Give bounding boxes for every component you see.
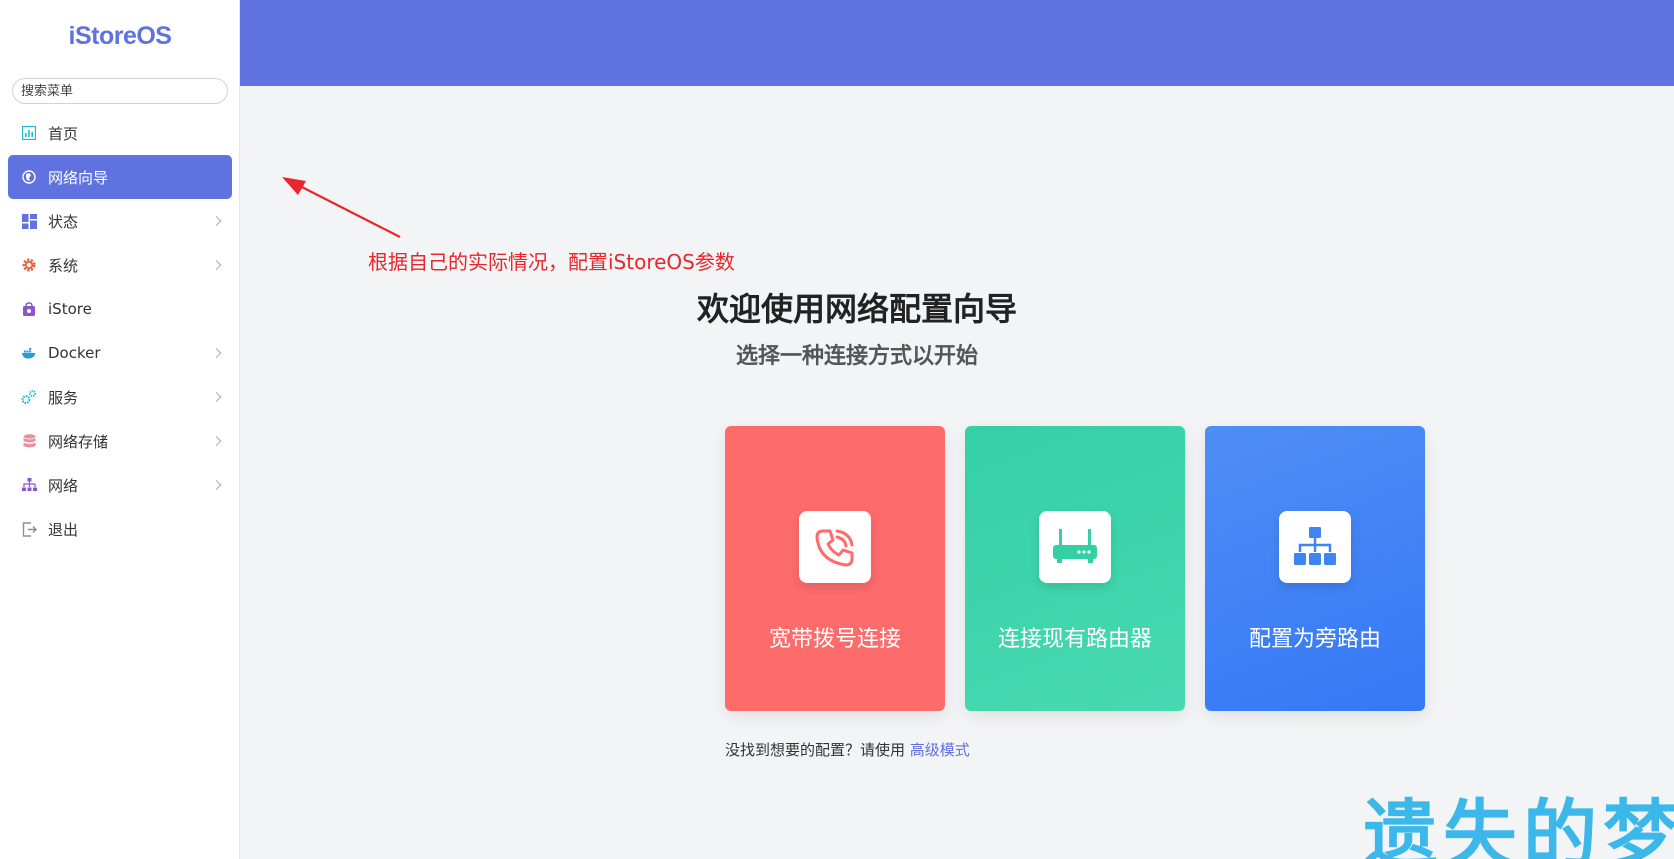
card-icon-box <box>1279 511 1351 583</box>
sidebar-item-network[interactable]: 网络 <box>8 463 232 507</box>
sidebar-item-label: 网络向导 <box>48 168 109 187</box>
annotation-text: 根据自己的实际情况，配置iStoreOS参数 <box>368 250 735 274</box>
card-label: 配置为旁路由 <box>1248 627 1381 652</box>
page-subtitle: 选择一种连接方式以开始 <box>735 344 978 369</box>
sidebar-item-label: 网络存储 <box>48 432 109 451</box>
footer-text: 没找到想要的配置？请使用 <box>725 741 910 759</box>
sidebar-item-status[interactable]: 状态 <box>8 199 232 243</box>
top-header-bar <box>240 0 1674 86</box>
chevron-right-icon <box>211 480 222 490</box>
advanced-mode-link[interactable]: 高级模式 <box>910 741 970 759</box>
card-icon-box <box>799 511 871 583</box>
sidebar-item-label: iStore <box>48 300 92 318</box>
sidebar-item-label: 状态 <box>48 212 79 231</box>
docker-icon <box>21 345 37 361</box>
sidebar-item-system[interactable]: 系统 <box>8 243 232 287</box>
database-icon <box>21 433 37 449</box>
sidebar-item-label: 系统 <box>48 256 79 275</box>
sidebar-item-storage[interactable]: 网络存储 <box>8 419 232 463</box>
chevron-right-icon <box>211 436 222 446</box>
card-label: 宽带拨号连接 <box>768 627 901 652</box>
bypass-router-card[interactable]: 配置为旁路由 <box>1205 426 1425 711</box>
dashboard-icon <box>21 125 37 141</box>
sidebar-item-home[interactable]: 首页 <box>8 111 232 155</box>
sidebar-item-logout[interactable]: 退出 <box>8 507 232 551</box>
annotation-arrow-icon <box>282 177 401 238</box>
sidebar-item-label: 网络 <box>48 476 79 495</box>
hierarchy-icon <box>1294 527 1336 565</box>
sidebar-item-services[interactable]: 服务 <box>8 375 232 419</box>
globe-icon <box>21 169 37 185</box>
pppoe-card[interactable]: 宽带拨号连接 <box>725 426 945 711</box>
sidebar-item-label: Docker <box>48 344 101 362</box>
watermark-text: 遗失的梦 <box>1363 792 1674 859</box>
footer-note: 没找到想要的配置？请使用 高级模式 <box>725 739 970 760</box>
sidebar-menu: 首页 网络向导 状态 系统 iStore Docker 服务 网络存储 网络 退… <box>0 111 240 551</box>
card-label: 连接现有路由器 <box>997 627 1152 652</box>
chevron-right-icon <box>211 392 222 402</box>
sidebar-item-network-wizard[interactable]: 网络向导 <box>8 155 232 199</box>
phone-icon <box>815 529 854 567</box>
router-card[interactable]: 连接现有路由器 <box>965 426 1185 711</box>
sidebar-item-label: 退出 <box>48 520 79 539</box>
chevron-right-icon <box>211 216 222 226</box>
chevron-right-icon <box>211 260 222 270</box>
card-icon-box <box>1039 511 1111 583</box>
grid-icon <box>21 213 37 229</box>
gears-icon <box>21 389 37 405</box>
sidebar-item-label: 首页 <box>48 124 79 143</box>
gear-icon <box>21 257 37 273</box>
sidebar-item-label: 服务 <box>48 388 79 407</box>
bag-icon <box>21 301 37 317</box>
sidebar: iStoreOS 首页 网络向导 状态 系统 <box>0 0 240 859</box>
logout-icon <box>21 521 37 537</box>
logo: iStoreOS <box>68 22 172 50</box>
router-icon <box>1053 529 1097 563</box>
page-title: 欢迎使用网络配置向导 <box>696 290 1017 328</box>
search-input[interactable] <box>12 78 228 104</box>
network-icon <box>21 477 37 493</box>
